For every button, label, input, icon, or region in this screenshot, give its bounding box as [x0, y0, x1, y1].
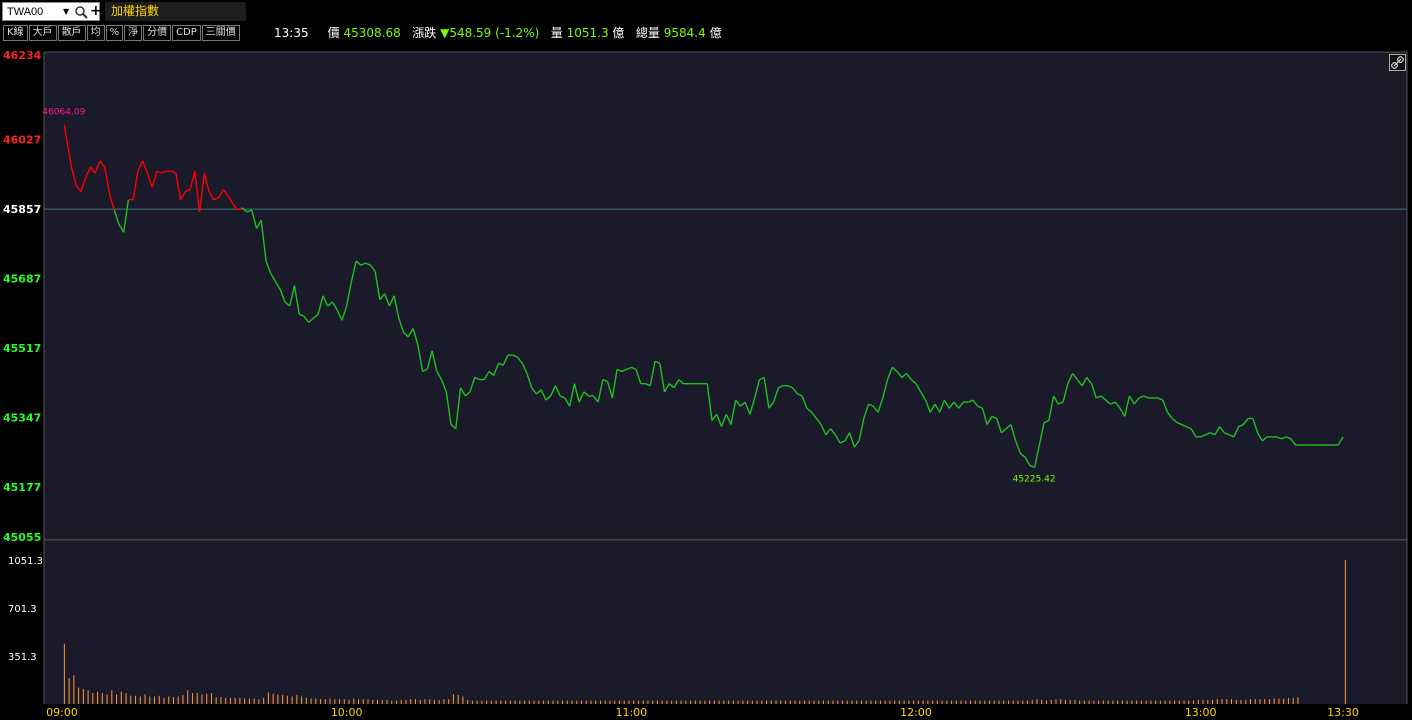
y-tick-label: 45347 — [3, 412, 41, 425]
low-price-label: 45225.42 — [1013, 474, 1056, 484]
volume-tick-label: 1051.3 — [8, 556, 43, 567]
y-tick-label: 45055 — [3, 531, 41, 544]
y-tick-label: 45857 — [3, 203, 41, 216]
y-tick-label: 46234 — [3, 49, 42, 62]
y-tick-label: 46027 — [3, 134, 41, 147]
y-tick-label: 45687 — [3, 273, 41, 286]
x-tick-label: 10:00 — [331, 706, 363, 719]
link-icon[interactable] — [1389, 54, 1406, 71]
x-tick-label: 09:00 — [46, 706, 78, 719]
x-tick-label: 13:30 — [1327, 706, 1359, 719]
intraday-chart: 46234 46027 45857 45687 45517 45347 45177 45055… — [3, 49, 1408, 719]
x-tick-label: 13:00 — [1185, 706, 1217, 719]
volume-tick-label: 701.3 — [8, 604, 37, 615]
x-tick-label: 11:00 — [615, 706, 647, 719]
x-tick-label: 12:00 — [900, 706, 932, 719]
volume-panel — [44, 541, 1407, 704]
volume-tick-label: 351.3 — [8, 652, 37, 663]
y-tick-label: 45517 — [3, 342, 41, 355]
high-price-label: 46064.09 — [42, 107, 85, 117]
price-panel — [44, 52, 1407, 540]
y-tick-label: 45177 — [3, 481, 41, 494]
